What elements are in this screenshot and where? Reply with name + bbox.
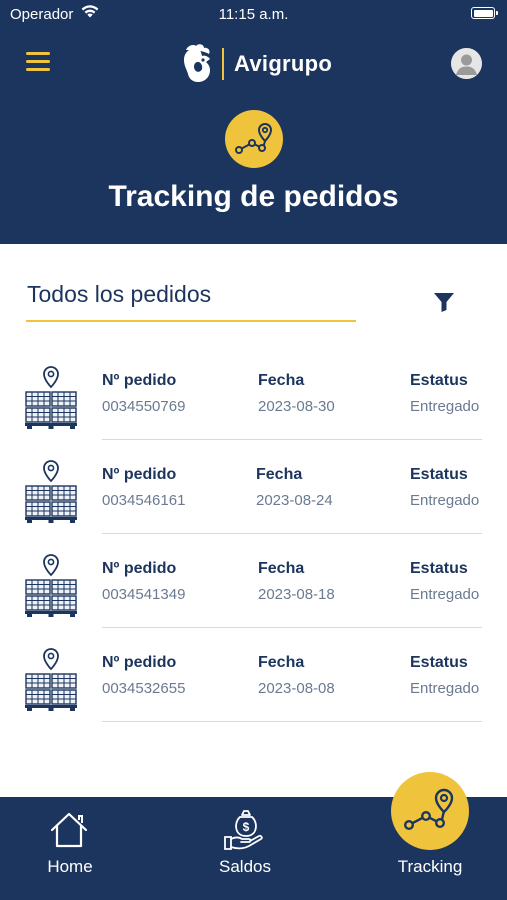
order-number: 0034546161: [102, 492, 186, 509]
nav-home-label: Home: [47, 857, 93, 876]
home-icon: [50, 812, 88, 848]
battery-icon: [471, 7, 498, 19]
location-pallet-icon: [24, 554, 78, 617]
order-status-label: Estatus: [410, 654, 468, 671]
row-divider: [102, 721, 482, 722]
nav-home[interactable]: Home: [0, 797, 140, 900]
avigrupo-logo: [184, 44, 210, 82]
section-title: Todos los pedidos: [27, 281, 212, 307]
tracking-nav-icon[interactable]: [391, 772, 469, 850]
order-date-label: Fecha: [258, 372, 305, 389]
order-row[interactable]: Nº pedido 0034532655 Fecha 2023-08-08 Es…: [0, 647, 507, 741]
order-row[interactable]: Nº pedido 0034541349 Fecha 2023-08-18 Es…: [0, 553, 507, 647]
order-status-label: Estatus: [410, 372, 468, 389]
row-divider: [102, 439, 482, 440]
row-divider: [102, 627, 482, 628]
order-status: Entregado: [410, 492, 480, 509]
brand: Avigrupo: [176, 42, 332, 86]
order-date-label: Fecha: [258, 654, 305, 671]
order-date-label: Fecha: [258, 560, 305, 577]
order-date: 2023-08-30: [258, 398, 335, 415]
brand-divider: [222, 48, 224, 80]
location-pallet-icon: [24, 366, 78, 429]
order-number: 0034550769: [102, 398, 186, 415]
avatar-icon[interactable]: [451, 48, 482, 79]
order-date-label: Fecha: [256, 466, 303, 483]
filter-icon[interactable]: [433, 291, 455, 313]
section-underline: [26, 320, 356, 322]
order-status-label: Estatus: [410, 560, 468, 577]
row-divider: [102, 533, 482, 534]
order-date: 2023-08-18: [258, 586, 335, 603]
app-header: Operador 11:15 a.m. Avigrupo Tracking de…: [0, 0, 507, 244]
order-status-label: Estatus: [410, 466, 468, 483]
order-number-label: Nº pedido: [102, 466, 177, 483]
order-number: 0034532655: [102, 680, 186, 697]
location-pallet-icon: [24, 648, 78, 711]
route-tracking-icon: [225, 110, 283, 168]
status-bar: Operador 11:15 a.m.: [0, 0, 507, 28]
order-status: Entregado: [410, 586, 480, 603]
order-number-label: Nº pedido: [102, 372, 177, 389]
nav-saldos-label: Saldos: [219, 857, 271, 876]
svg-text:$: $: [243, 820, 250, 834]
order-row[interactable]: Nº pedido 0034546161 Fecha 2023-08-24 Es…: [0, 459, 507, 553]
menu-icon[interactable]: [26, 52, 56, 76]
order-date: 2023-08-08: [258, 680, 335, 697]
order-date: 2023-08-24: [256, 492, 333, 509]
order-status: Entregado: [410, 398, 480, 415]
order-row[interactable]: Nº pedido 0034550769 Fecha 2023-08-30 Es…: [0, 365, 507, 459]
location-pallet-icon: [24, 460, 78, 523]
page-title: Tracking de pedidos: [108, 180, 399, 213]
order-number: 0034541349: [102, 586, 186, 603]
clock: 11:15 a.m.: [218, 6, 289, 23]
order-status: Entregado: [410, 680, 480, 697]
order-number-label: Nº pedido: [102, 654, 177, 671]
money-hand-icon: $: [224, 810, 263, 850]
nav-saldos[interactable]: $ Saldos: [175, 797, 315, 900]
order-number-label: Nº pedido: [102, 560, 177, 577]
nav-tracking-label: Tracking: [397, 857, 463, 876]
brand-name: Avigrupo: [234, 51, 333, 76]
